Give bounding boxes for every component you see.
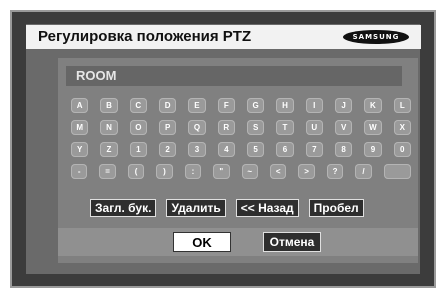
key[interactable]: 0 <box>393 142 411 157</box>
key[interactable]: E <box>188 98 206 113</box>
function-buttons: Загл. бук. Удалить << Назад Пробел <box>90 199 374 217</box>
key[interactable]: I <box>305 98 323 113</box>
key[interactable]: H <box>276 98 294 113</box>
key[interactable]: P <box>158 120 177 135</box>
key[interactable]: N <box>100 120 118 135</box>
key[interactable]: ( <box>127 164 145 179</box>
key-row-2: M N O P Q R S T U V W X <box>71 120 411 136</box>
key[interactable]: B <box>100 98 118 113</box>
key[interactable]: 9 <box>364 142 382 157</box>
on-screen-keyboard: A B C D E F G H I J K L M N O P Q R S T … <box>71 98 412 186</box>
key[interactable]: " <box>213 164 230 179</box>
key[interactable]: V <box>334 120 353 135</box>
key[interactable]: F <box>217 98 235 113</box>
key-row-1: A B C D E F G H I J K L <box>71 98 411 114</box>
logo-text: SAMSUNG <box>352 33 400 41</box>
key-row-3: Y Z 1 2 3 4 5 6 7 8 9 0 <box>71 142 411 158</box>
key[interactable]: T <box>276 120 294 135</box>
key[interactable]: 5 <box>246 142 265 157</box>
key[interactable]: Q <box>188 120 206 135</box>
back-button[interactable]: << Назад <box>235 199 299 217</box>
key[interactable]: O <box>129 120 147 135</box>
key[interactable]: C <box>129 98 147 113</box>
title-bar: Регулировка положения PTZ SAMSUNG <box>26 25 421 49</box>
key[interactable]: W <box>364 120 382 135</box>
key[interactable]: - <box>71 164 88 179</box>
key[interactable]: K <box>364 98 382 113</box>
key[interactable]: ) <box>156 164 173 179</box>
key[interactable]: X <box>393 120 411 135</box>
key[interactable]: R <box>217 120 235 135</box>
key[interactable]: M <box>71 120 89 135</box>
samsung-logo: SAMSUNG <box>343 30 409 44</box>
key[interactable]: L <box>393 98 411 113</box>
key[interactable]: 2 <box>158 142 177 157</box>
text-input-field[interactable]: ROOM <box>66 66 402 86</box>
key[interactable]: A <box>71 98 89 113</box>
key[interactable]: ~ <box>241 164 258 179</box>
ok-button[interactable]: OK <box>173 232 231 252</box>
caps-button[interactable]: Загл. бук. <box>90 199 157 217</box>
key[interactable]: S <box>246 120 265 135</box>
dialog-actions: OK Отмена <box>58 228 418 256</box>
key[interactable]: 4 <box>217 142 235 157</box>
input-value: ROOM <box>76 68 117 83</box>
key[interactable]: 7 <box>305 142 323 157</box>
key[interactable]: Y <box>71 142 89 157</box>
key[interactable]: G <box>246 98 265 113</box>
key[interactable]: > <box>298 164 315 179</box>
key[interactable]: D <box>158 98 177 113</box>
key[interactable]: ? <box>326 164 344 179</box>
key[interactable]: Z <box>100 142 118 157</box>
space-key[interactable] <box>383 164 412 179</box>
key-row-4: - = ( ) : " ~ < > ? / <box>71 164 412 180</box>
key[interactable]: 6 <box>276 142 294 157</box>
key[interactable]: = <box>99 164 116 179</box>
key[interactable]: 3 <box>188 142 206 157</box>
cancel-button[interactable]: Отмена <box>263 232 321 252</box>
dialog-title: Регулировка положения PTZ <box>38 28 252 45</box>
key[interactable]: < <box>269 164 287 179</box>
key[interactable]: 8 <box>334 142 353 157</box>
key[interactable]: 1 <box>129 142 147 157</box>
key[interactable]: U <box>305 120 323 135</box>
delete-button[interactable]: Удалить <box>166 199 226 217</box>
space-button[interactable]: Пробел <box>308 199 364 217</box>
key[interactable]: : <box>184 164 202 179</box>
key[interactable]: / <box>355 164 372 179</box>
key[interactable]: J <box>334 98 353 113</box>
